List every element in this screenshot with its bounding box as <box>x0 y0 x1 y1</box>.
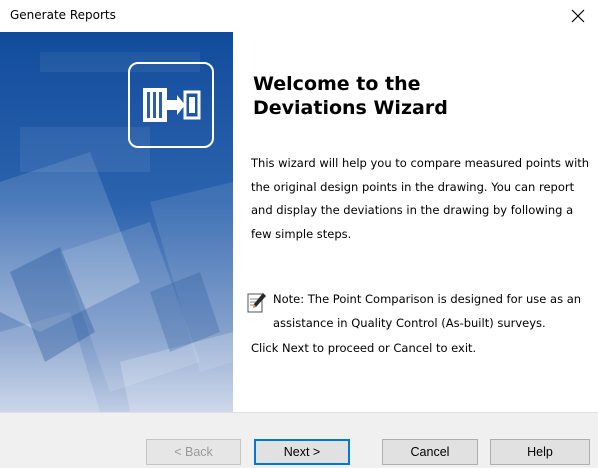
wizard-heading: Welcome to the Deviations Wizard <box>253 72 583 120</box>
close-button[interactable] <box>558 0 598 32</box>
note-pencil-icon <box>247 293 266 313</box>
next-button[interactable]: Next > <box>254 439 350 465</box>
wizard-banner <box>0 32 233 412</box>
deviations-wizard-icon <box>128 62 214 148</box>
heading-line-1: Welcome to the <box>253 73 421 95</box>
cancel-button[interactable]: Cancel <box>382 439 478 465</box>
close-icon <box>571 9 585 23</box>
note-text: Note: The Point Comparison is designed f… <box>273 292 582 330</box>
back-button[interactable]: < Back <box>146 439 241 465</box>
title-bar: Generate Reports <box>0 0 598 32</box>
button-bar: < Back Next > Cancel Help <box>0 412 598 468</box>
window-title: Generate Reports <box>10 8 116 22</box>
heading-line-2: Deviations Wizard <box>253 97 448 119</box>
help-button[interactable]: Help <box>490 439 590 465</box>
intro-text: This wizard will help you to compare mea… <box>251 156 590 241</box>
note-box: Note: The Point Comparison is designed f… <box>247 292 592 342</box>
proceed-instruction: Click Next to proceed or Cancel to exit. <box>251 341 477 355</box>
deviations-wizard-dialog: Generate Reports Welcome to the Deviatio… <box>0 0 598 468</box>
wizard-content: Welcome to the Deviations Wizard This wi… <box>233 32 598 412</box>
